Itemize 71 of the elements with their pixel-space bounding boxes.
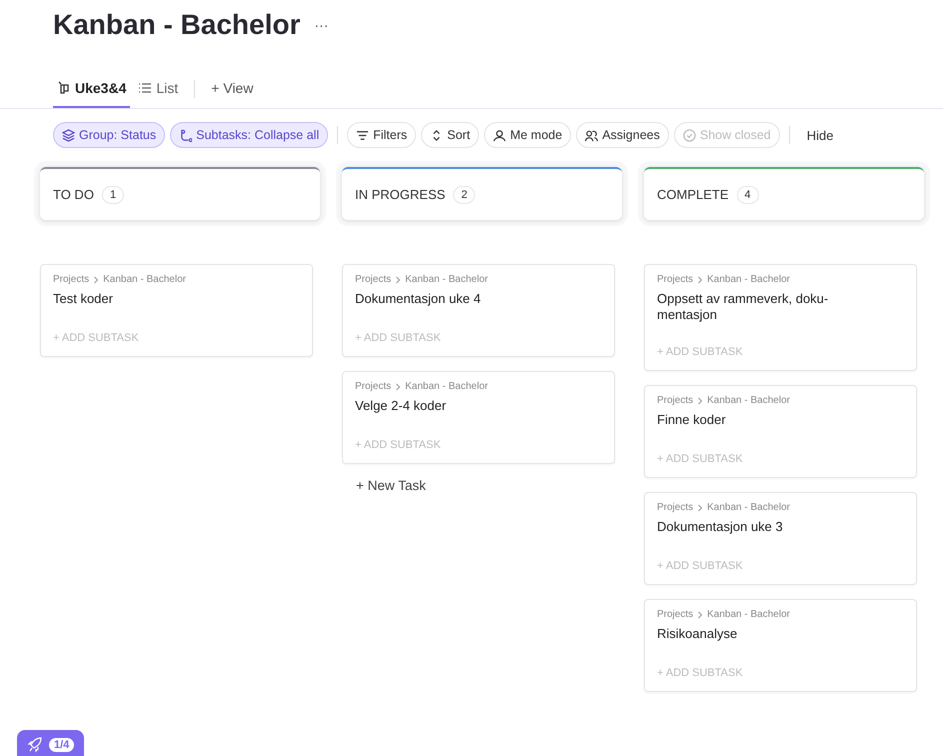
breadcrumb-link[interactable]: Projects	[355, 381, 392, 392]
chevron-icon	[697, 396, 704, 404]
toolbar-chip[interactable]: Group: Status	[53, 122, 166, 148]
task-count: 2	[453, 186, 476, 204]
rocket-icon	[27, 737, 43, 753]
breadcrumb-link[interactable]: Kanban - Bachelor	[707, 395, 790, 406]
task-title: Risikoanalyse	[657, 626, 738, 643]
breadcrumb-link[interactable]: Projects	[657, 502, 694, 513]
hide-button[interactable]: Hide	[798, 128, 842, 142]
person-icon	[493, 128, 506, 142]
chevron-icon	[697, 276, 704, 284]
toolbar-chip[interactable]: Me mode	[484, 122, 572, 148]
add-subtask-button[interactable]: + ADD SUBTASK	[355, 439, 441, 451]
breadcrumb-link[interactable]: Kanban - Bachelor	[707, 609, 790, 620]
view-tab[interactable]: Uke3&4	[53, 70, 130, 108]
add-subtask-button[interactable]: + ADD SUBTASK	[657, 453, 743, 465]
breadcrumb-link[interactable]: Projects	[53, 274, 90, 285]
breadcrumb-link[interactable]: Kanban - Bachelor	[707, 502, 790, 513]
task-title: Dokumentasjon uke 4	[355, 291, 482, 308]
task-title: Dokumentasjon uke 3	[657, 519, 784, 536]
add-subtask-button[interactable]: + ADD SUBTASK	[53, 332, 139, 344]
layers-icon	[62, 128, 75, 142]
column-title: IN PROGRESS	[355, 187, 446, 202]
breadcrumb-link[interactable]: Projects	[355, 274, 392, 285]
progress-count: 1/4	[49, 738, 74, 752]
list-icon	[138, 81, 152, 95]
add-subtask-button[interactable]: + ADD SUBTASK	[355, 332, 441, 344]
filter-icon	[356, 128, 370, 142]
chevron-icon	[93, 276, 100, 284]
chevron-icon	[395, 382, 402, 390]
task-card[interactable]: Projects Kanban - Bachelor Finne koder + ADD SUBTASK	[644, 385, 917, 478]
column-title: TO DO	[53, 187, 94, 202]
column-title: COMPLETE	[657, 187, 729, 202]
task-title: Oppsett av rammeverk, doku-mentasjon	[657, 291, 830, 323]
task-card[interactable]: Projects Kanban - Bachelor Oppsett av rammeverk, doku-mentasjon + ADD SUBTASK	[644, 264, 917, 371]
breadcrumb-link[interactable]: Kanban - Bachelor	[707, 274, 790, 285]
breadcrumb-link[interactable]: Projects	[657, 609, 694, 620]
task-card[interactable]: Projects Kanban - Bachelor Test koder + ADD SUBTASK	[40, 264, 313, 357]
toolbar-chip[interactable]: Subtasks: Collapse all	[170, 122, 328, 148]
breadcrumb-link[interactable]: Kanban - Bachelor	[405, 381, 488, 392]
breadcrumb-link[interactable]: Kanban - Bachelor	[103, 274, 186, 285]
toolbar-chip[interactable]: Sort	[421, 122, 480, 148]
page-title: Kanban - Bachelor	[53, 9, 300, 41]
add-view-button[interactable]: + View	[207, 70, 258, 108]
add-subtask-button[interactable]: + ADD SUBTASK	[657, 346, 743, 358]
task-count: 4	[736, 186, 759, 204]
toolbar-chip[interactable]: Filters	[347, 122, 416, 148]
add-subtask-button[interactable]: + ADD SUBTASK	[657, 560, 743, 572]
more-button[interactable]: ···	[314, 17, 328, 33]
board-icon	[57, 81, 71, 95]
task-card[interactable]: Projects Kanban - Bachelor Dokumentasjon uke 3 + ADD SUBTASK	[644, 492, 917, 585]
breadcrumb-link[interactable]: Projects	[657, 395, 694, 406]
breadcrumb-link[interactable]: Projects	[657, 274, 694, 285]
breadcrumb-link[interactable]: Kanban - Bachelor	[405, 274, 488, 285]
new-task-button[interactable]: + New Task	[342, 478, 426, 493]
view-tab[interactable]: List	[134, 70, 182, 108]
chevron-icon	[697, 610, 704, 618]
people-icon	[585, 128, 598, 142]
toolbar-chip[interactable]: Assignees	[576, 122, 669, 148]
task-card[interactable]: Projects Kanban - Bachelor Dokumentasjon uke 4 + ADD SUBTASK	[342, 264, 615, 357]
task-title: Finne koder	[657, 412, 727, 429]
add-subtask-button[interactable]: + ADD SUBTASK	[657, 667, 743, 679]
task-count: 1	[102, 186, 124, 204]
task-card[interactable]: Projects Kanban - Bachelor Velge 2-4 koder + ADD SUBTASK	[342, 371, 615, 464]
subtask-icon	[179, 128, 192, 142]
onboarding-badge[interactable]: 1/4	[17, 730, 84, 756]
chevron-icon	[697, 504, 704, 512]
task-title: Velge 2-4 koder	[355, 398, 448, 415]
task-title: Test koder	[53, 291, 114, 308]
chevron-icon	[395, 276, 402, 284]
task-card[interactable]: Projects Kanban - Bachelor Risikoanalyse + ADD SUBTASK	[644, 599, 917, 692]
